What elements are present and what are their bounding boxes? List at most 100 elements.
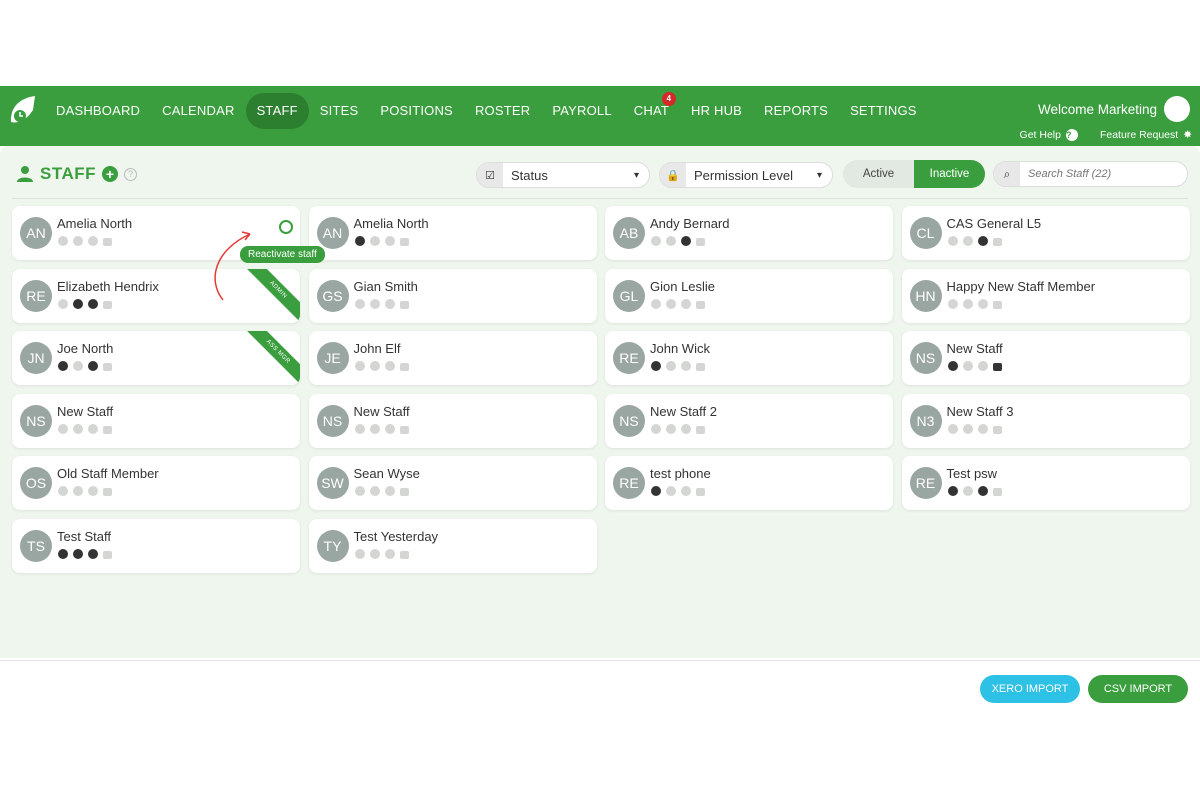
toggle-inactive[interactable]: Inactive (914, 160, 985, 188)
search-input[interactable] (1020, 168, 1180, 180)
status-filter[interactable]: ☑ Status ▾ (476, 162, 650, 188)
nav-payroll[interactable]: PAYROLL (541, 93, 622, 129)
nav-calendar[interactable]: CALENDAR (151, 93, 245, 129)
staff-card[interactable]: N3 New Staff 3 (901, 393, 1190, 448)
nav-reports[interactable]: REPORTS (753, 93, 839, 129)
staff-card[interactable]: RE Test psw (901, 456, 1190, 510)
nav-hr-hub[interactable]: HR HUB (680, 93, 753, 129)
staff-name: Elizabeth Hendrix (57, 278, 159, 294)
no-entry-icon (681, 423, 691, 434)
avatar: SW (316, 467, 349, 499)
nav-roster[interactable]: ROSTER (464, 93, 541, 129)
nav-staff[interactable]: STAFF (245, 93, 309, 129)
nav-label: REPORTS (764, 103, 829, 118)
get-help-link[interactable]: Get Help ? (1020, 129, 1078, 141)
user-icon (354, 486, 365, 496)
nav-chat[interactable]: CHAT 4 (623, 92, 680, 129)
avatar: GL (613, 279, 645, 312)
lock-icon (696, 425, 705, 434)
lock-icon (992, 363, 1002, 371)
nav-settings[interactable]: SETTINGS (839, 93, 928, 129)
avatar: AN (316, 217, 349, 249)
staff-status-icons (58, 486, 112, 496)
no-entry-icon (384, 548, 395, 559)
staff-card[interactable]: HN Happy New Staff Member (901, 268, 1190, 323)
staff-name: New Staff 3 (946, 403, 1014, 419)
nav-positions[interactable]: POSITIONS (369, 93, 464, 129)
avatar: OS (20, 467, 52, 499)
nav-label: HR HUB (691, 103, 743, 118)
staff-card[interactable]: RE John Wick (605, 331, 893, 385)
search-icon: ⌕ (994, 162, 1020, 186)
staff-card[interactable]: AN Amelia North (308, 206, 597, 260)
staff-status-icons (58, 236, 112, 246)
role-ribbon: ASS MGR (244, 331, 300, 385)
user-icon (354, 361, 365, 371)
staff-status-icons (947, 298, 1002, 309)
lock-icon (103, 550, 112, 559)
chat-badge: 4 (662, 92, 676, 106)
staff-status-icons (354, 298, 409, 309)
no-entry-icon (88, 236, 98, 246)
staff-card[interactable]: NS New Staff (308, 393, 597, 448)
staff-card[interactable]: CL CAS General L5 (901, 206, 1190, 260)
staff-card[interactable]: JN Joe North ASS MGR (12, 331, 300, 385)
staff-status-icons (354, 548, 409, 559)
app-logo-icon[interactable] (7, 94, 37, 130)
xero-import-button[interactable]: XERO IMPORT (980, 675, 1080, 703)
lock-icon (103, 425, 112, 434)
staff-name: Joe North (57, 341, 114, 356)
nav-sites[interactable]: SITES (309, 93, 370, 129)
staff-card[interactable]: TY Test Yesterday (308, 518, 597, 573)
staff-card[interactable]: NS New Staff (12, 393, 300, 448)
staff-card[interactable]: JE John Elf (308, 331, 597, 385)
avatar: NS (20, 404, 52, 437)
nav-label: PAYROLL (552, 103, 612, 118)
permission-filter[interactable]: 🔒 Permission Level ▾ (659, 162, 833, 188)
no-entry-icon (384, 298, 395, 309)
csv-import-button[interactable]: CSV IMPORT (1088, 675, 1188, 703)
dollar-icon (666, 361, 676, 371)
feature-request-label: Feature Request (1099, 129, 1179, 141)
user-avatar-icon[interactable] (1164, 96, 1190, 122)
nav-dashboard[interactable]: DASHBOARD (45, 93, 151, 129)
help-icon[interactable]: ? (124, 167, 138, 181)
staff-status-icons (651, 361, 705, 371)
staff-card[interactable]: GS Gian Smith (308, 268, 597, 323)
staff-name: Amelia North (353, 216, 429, 231)
staff-name: Gion Leslie (650, 278, 716, 294)
user-icon (354, 548, 365, 559)
lock-icon (103, 300, 112, 309)
lock-icon: 🔒 (660, 163, 686, 187)
dollar-icon (369, 361, 380, 371)
lock-icon (103, 488, 112, 496)
no-entry-icon (88, 548, 98, 559)
staff-card[interactable]: NS New Staff (901, 331, 1190, 385)
active-inactive-toggle: Active Inactive (843, 160, 985, 188)
lock-icon (696, 488, 705, 496)
staff-status-icons (947, 486, 1002, 496)
toggle-active[interactable]: Active (843, 160, 914, 188)
no-entry-icon (977, 486, 988, 496)
staff-card[interactable]: OS Old Staff Member (12, 456, 300, 510)
staff-card[interactable]: AB Andy Bernard (605, 206, 893, 260)
staff-card[interactable]: RE test phone (605, 456, 893, 510)
staff-name: Test Staff (57, 528, 111, 544)
feature-request-link[interactable]: Feature Request ✸ (1100, 129, 1192, 141)
lock-icon (992, 300, 1002, 309)
no-entry-icon (88, 361, 98, 371)
staff-card[interactable]: TS Test Staff (12, 518, 300, 573)
staff-status-icons (651, 486, 705, 496)
staff-card[interactable]: GL Gion Leslie (605, 268, 893, 323)
staff-card[interactable]: SW Sean Wyse (308, 456, 597, 510)
staff-card[interactable]: NS New Staff 2 (605, 393, 893, 448)
add-staff-button[interactable]: + (102, 166, 119, 182)
avatar: TY (316, 529, 349, 562)
dollar-icon (73, 548, 83, 559)
nav-label: CHAT (633, 103, 669, 118)
avatar: GS (316, 279, 349, 312)
divider (12, 198, 1188, 199)
lock-icon (696, 238, 705, 246)
staff-name: Test Yesterday (353, 528, 439, 544)
dollar-icon (369, 236, 380, 246)
